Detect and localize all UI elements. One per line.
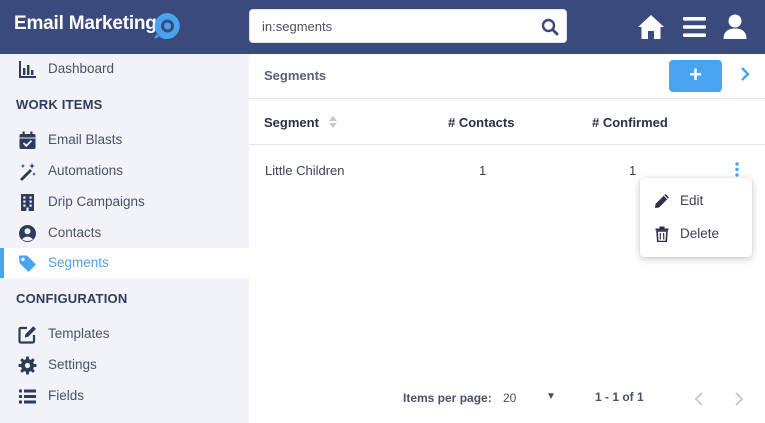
menu-item-label: Edit [680,193,704,208]
cell-contacts: 1 [479,163,487,178]
gear-icon [18,356,37,375]
logo-icon [154,13,180,39]
divider [249,98,765,99]
sidebar-item-automations[interactable]: Automations [0,156,249,186]
items-per-page-select[interactable]: 20 ▼ [503,390,556,408]
sidebar-item-label: Segments [48,255,109,270]
column-header-confirmed: # Confirmed [592,115,668,130]
calendar-check-icon [19,131,36,149]
building-icon [21,194,34,211]
app-title[interactable]: Email Marketing [14,13,157,35]
trash-icon [655,226,669,242]
sidebar-item-templates[interactable]: Templates [0,319,249,349]
caret-down-icon: ▼ [546,391,556,402]
sidebar-item-segments[interactable]: Segments [0,248,249,278]
menu-item-label: Delete [680,226,720,241]
divider [249,144,765,145]
pagination-range: 1 - 1 of 1 [595,390,644,404]
section-configuration: CONFIGURATION [16,291,128,306]
menu-item-delete[interactable]: Delete [640,218,752,250]
top-bar: Email Marketing [0,0,765,54]
items-per-page-value: 20 [503,391,517,405]
sidebar-item-dashboard[interactable]: Dashboard [0,54,249,84]
column-header-contacts: # Contacts [448,115,515,130]
sidebar-item-drip-campaigns[interactable]: Drip Campaigns [0,187,249,217]
sidebar: Dashboard WORK ITEMS Email Blasts Automa… [0,54,249,423]
sidebar-item-label: Drip Campaigns [48,194,145,209]
sidebar-item-contacts[interactable]: Contacts [0,218,249,248]
menu-item-edit[interactable]: Edit [640,185,752,217]
sidebar-item-label: Contacts [48,225,102,240]
home-icon[interactable] [636,12,666,42]
more-vertical-icon[interactable] [730,160,744,180]
search-input[interactable] [262,17,532,35]
sidebar-item-email-blasts[interactable]: Email Blasts [0,125,249,155]
chart-icon [19,61,36,78]
cell-segment: Little Children [265,163,345,178]
row-actions-menu: Edit Delete [640,178,752,257]
column-header-segment[interactable]: Segment [264,115,319,130]
sidebar-item-fields[interactable]: Fields [0,381,249,411]
sidebar-item-label: Fields [48,388,85,403]
sidebar-item-label: Templates [48,326,110,341]
items-per-page-label: Items per page: [403,391,492,405]
sidebar-item-label: Settings [48,357,97,372]
sidebar-item-settings[interactable]: Settings [0,350,249,380]
section-work-items: WORK ITEMS [16,97,103,112]
chevron-right-icon[interactable] [729,389,749,409]
list-icon [19,389,36,404]
chevron-left-icon[interactable] [689,389,709,409]
add-label: + [689,62,702,87]
edit-icon [18,326,36,344]
add-segment-button[interactable]: + [669,60,722,92]
sidebar-item-label: Dashboard [48,61,115,76]
magic-wand-icon [20,163,36,181]
chevron-right-icon[interactable] [735,64,755,84]
user-icon[interactable] [720,12,750,42]
sidebar-item-label: Email Blasts [48,132,123,147]
cell-confirmed: 1 [629,163,637,178]
user-circle-icon [19,225,36,242]
sidebar-item-label: Automations [48,163,124,178]
tag-icon [19,255,36,272]
sort-icon[interactable] [327,114,339,130]
page-title: Segments [264,68,327,83]
menu-icon[interactable] [680,12,710,42]
pencil-icon [655,194,669,208]
search-icon[interactable] [540,17,560,37]
search-box[interactable] [249,9,567,43]
